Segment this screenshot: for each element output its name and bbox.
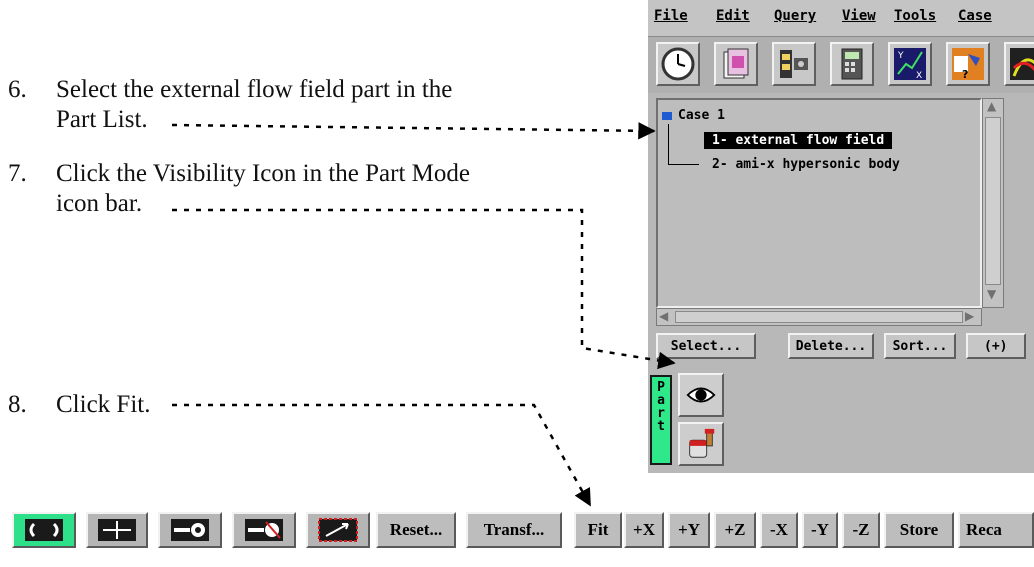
reset-button[interactable]: Reset... [376, 512, 456, 548]
plus-x-button[interactable]: +X [624, 512, 664, 548]
ensight-window: File Edit Query View Tools Case YX ? Cas… [648, 0, 1034, 473]
scroll-left-icon[interactable]: ◀ [659, 309, 668, 323]
step-7: 7. Click the Visibility Icon in the Part… [8, 159, 628, 219]
menu-bar: File Edit Query View Tools Case [648, 0, 1034, 37]
step-number: 6. [8, 76, 27, 103]
translate-icon[interactable] [86, 512, 148, 548]
step-text-line: Click the Visibility Icon in the Part Mo… [56, 160, 470, 187]
plus-y-button[interactable]: +Y [668, 512, 710, 548]
svg-text:?: ? [962, 68, 968, 81]
part-list-horizontal-scrollbar[interactable]: ◀ ▶ [656, 308, 982, 326]
menu-edit[interactable]: Edit [716, 8, 750, 24]
transform-toolbar: Reset... Transf... Fit +X +Y +Z -X -Y -Z… [0, 512, 1034, 556]
svg-text:X: X [916, 71, 922, 81]
calculator-icon[interactable] [830, 42, 874, 86]
arrow-to-fit-button [172, 403, 592, 507]
plus-z-button[interactable]: +Z [714, 512, 756, 548]
minus-z-button[interactable]: -Z [842, 512, 880, 548]
part-tab-letter: t [657, 419, 665, 434]
part-list-vertical-scrollbar[interactable]: ▲ ▼ [982, 98, 1004, 308]
sort-button[interactable]: Sort... [884, 333, 956, 359]
look-at-icon[interactable] [306, 512, 370, 548]
menu-query[interactable]: Query [774, 8, 816, 24]
minus-y-button[interactable]: -Y [802, 512, 838, 548]
file-icon[interactable] [714, 42, 758, 86]
store-button[interactable]: Store [884, 512, 954, 548]
part-item-external-flow-field[interactable]: 1- external flow field [704, 132, 893, 149]
step-text-line: Select the external flow field part in t… [56, 76, 453, 103]
case-marker-icon [662, 111, 672, 120]
fit-button[interactable]: Fit [574, 512, 622, 548]
svg-text:Y: Y [897, 51, 904, 61]
scroll-thumb[interactable] [675, 311, 963, 323]
scroll-up-icon[interactable]: ▲ [987, 99, 996, 113]
recall-button[interactable]: Reca [958, 512, 1034, 548]
plotter-icon[interactable]: YX [888, 42, 932, 86]
arrow-to-visibility-icon [172, 208, 676, 370]
step-text-line: Part List. [56, 106, 148, 133]
minus-x-button[interactable]: -X [760, 512, 798, 548]
step-text-line: icon bar. [56, 190, 143, 217]
step-8: 8. Click Fit. [8, 390, 308, 420]
delete-button[interactable]: Delete... [788, 333, 874, 359]
clock-icon[interactable] [656, 42, 700, 86]
filmstrip-icon[interactable] [772, 42, 816, 86]
zoom-region-icon[interactable] [232, 512, 296, 548]
tree-connector [668, 124, 699, 141]
part-mode-tab[interactable]: P a r t [650, 375, 672, 465]
expand-button[interactable]: (+) [966, 333, 1026, 359]
rotate-icon[interactable] [12, 512, 76, 548]
scroll-thumb[interactable] [985, 117, 1001, 285]
eye-icon[interactable] [678, 373, 724, 417]
help-icon[interactable]: ? [946, 42, 990, 86]
menu-view[interactable]: View [842, 8, 876, 24]
paint-bucket-icon[interactable] [678, 422, 724, 466]
select-button[interactable]: Select... [656, 333, 756, 359]
scroll-right-icon[interactable]: ▶ [965, 309, 974, 323]
case-row[interactable]: Case 1 [662, 108, 725, 123]
part-item-hypersonic-body[interactable]: 2- ami-x hypersonic body [704, 156, 908, 173]
scroll-down-icon[interactable]: ▼ [987, 287, 996, 301]
step-number: 7. [8, 160, 27, 187]
chart-icon[interactable] [1004, 42, 1034, 86]
menu-file[interactable]: File [654, 8, 688, 24]
part-list[interactable]: Case 1 1- external flow field 2- ami-x h… [656, 98, 982, 308]
transform-button[interactable]: Transf... [466, 512, 562, 548]
case-label: Case 1 [678, 108, 725, 123]
step-number: 8. [8, 391, 27, 418]
step-text-line: Click Fit. [56, 391, 151, 418]
step-6: 6. Select the external flow field part i… [8, 75, 628, 135]
main-toolbar: YX ? [648, 37, 1034, 93]
menu-case[interactable]: Case [958, 8, 992, 24]
menu-tools[interactable]: Tools [894, 8, 936, 24]
zoom-icon[interactable] [158, 512, 222, 548]
